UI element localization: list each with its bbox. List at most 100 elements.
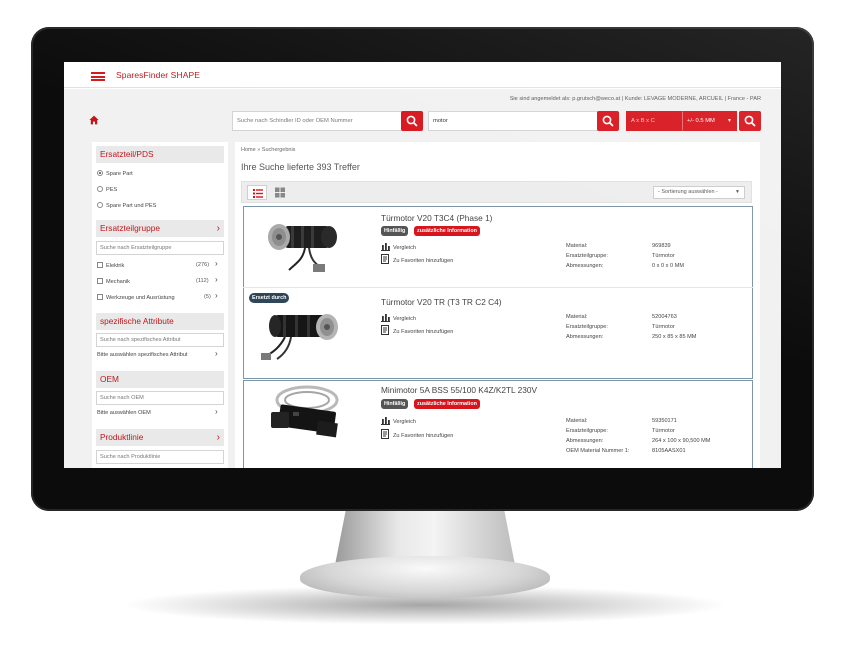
compare-link[interactable]: Vergleich (381, 242, 416, 251)
spec-value: 969839 (652, 243, 671, 249)
info-badge[interactable]: zusätzliche Information (414, 399, 480, 409)
checkbox-icon (97, 278, 103, 284)
list-view-icon (253, 189, 263, 198)
product-image-tuermotor-v20-t3c4[interactable] (255, 212, 355, 280)
hamburger-menu-icon[interactable] (91, 72, 105, 81)
filter-heading-label: Ersatzteilgruppe (100, 223, 160, 233)
radio-label: Spare Part (106, 171, 133, 177)
favorite-link[interactable]: Zu Favoriten hinzufügen (381, 429, 453, 439)
brand-title[interactable]: SparesFinder SHAPE (116, 70, 200, 80)
home-icon[interactable] (89, 115, 99, 125)
oem-select[interactable]: Bitte auswählen OEM (97, 410, 151, 416)
radio-icon (97, 170, 103, 176)
text-search-button[interactable] (597, 111, 619, 131)
radio-pes[interactable]: PES (97, 186, 117, 193)
tolerance-select[interactable]: +/- 0.5 MM ▼ (682, 111, 737, 131)
id-search-input[interactable]: Suche nach Schindler ID oder OEM Nummer (232, 111, 402, 131)
text-search-input[interactable]: motor (428, 111, 598, 131)
product-image-tuermotor-v20-tr[interactable] (255, 297, 355, 365)
filter-heading-label: OEM (100, 374, 119, 384)
spec-label: Abmessungen: (566, 438, 604, 444)
spec-value: 8105AASX01 (652, 448, 686, 454)
spec-value: 0 x 0 x 0 MM (652, 263, 685, 269)
search-icon (406, 115, 418, 127)
ersatzteilgruppe-search-input[interactable]: Suche nach Ersatzteilgruppe (96, 241, 224, 255)
sort-select[interactable]: - Sortierung auswählen - ▼ (653, 186, 745, 199)
filter-heading-oem[interactable]: OEM (96, 371, 224, 388)
results-toolbar: - Sortierung auswählen - ▼ (241, 181, 752, 203)
spec-label: Ersatzteilgruppe: (566, 253, 608, 259)
checkbox-werkzeuge[interactable]: Werkzeuge und Ausrüstung (97, 294, 175, 301)
status-badge: Hinfällig (381, 399, 409, 409)
checkbox-mechanik[interactable]: Mechanik (97, 278, 130, 285)
compare-label: Vergleich (393, 316, 417, 322)
product-title[interactable]: Türmotor V20 T3C4 (Phase 1) (381, 213, 492, 223)
checkbox-label: Mechanik (106, 279, 130, 285)
login-info: Sie sind angemeldet als: p.grutsch@weco.… (509, 96, 761, 102)
favorite-label: Zu Favoriten hinzufügen (393, 329, 454, 335)
chevron-right-icon[interactable]: › (215, 275, 218, 284)
status-badge: Hinfällig (381, 226, 409, 236)
dimension-input[interactable]: A x B x C (626, 111, 683, 131)
item-count: (276) (196, 262, 210, 268)
favorite-icon (381, 325, 389, 335)
item-count: (112) (196, 278, 209, 284)
chevron-right-icon: › (216, 223, 220, 234)
filter-heading-produktlinie[interactable]: Produktlinie › (96, 429, 224, 446)
spec-value: Türmotor (652, 253, 675, 259)
compare-icon (381, 243, 390, 251)
chevron-right-icon[interactable]: › (215, 259, 218, 268)
filter-heading-spezifische-attribute[interactable]: spezifische Attribute (96, 313, 224, 330)
compare-icon (381, 314, 390, 322)
oem-search-input[interactable]: Suche nach OEM (96, 391, 224, 405)
list-view-button[interactable] (247, 185, 267, 200)
filter-heading-ersatzteil-pds[interactable]: Ersatzteil/PDS (96, 146, 224, 163)
grid-view-icon (275, 187, 285, 198)
filter-heading-label: Ersatzteil/PDS (100, 149, 154, 159)
filter-heading-ersatzteilgruppe[interactable]: Ersatzteilgruppe › (96, 220, 224, 237)
sort-label: - Sortierung auswählen - (658, 189, 718, 195)
tolerance-value: +/- 0.5 MM (687, 118, 715, 124)
checkbox-icon (97, 262, 103, 268)
favorite-label: Zu Favoriten hinzufügen (393, 258, 454, 264)
radio-label: PES (106, 187, 118, 193)
attribute-search-input[interactable]: Suche nach spezifisches Attribut (96, 333, 224, 347)
checkbox-label: Elektrik (106, 263, 125, 269)
chevron-right-icon[interactable]: › (215, 349, 218, 358)
info-badge[interactable]: zusätzliche Information (414, 226, 480, 236)
compare-link[interactable]: Vergleich (381, 313, 416, 322)
item-count: (5) (204, 294, 211, 300)
radio-spare-part[interactable]: Spare Part (97, 170, 133, 177)
spec-value: 59350171 (652, 418, 677, 424)
spec-value: Türmotor (652, 324, 675, 330)
product-title[interactable]: Minimotor 5A BSS 55/100 K4Z/K2TL 230V (381, 385, 537, 395)
spec-label: Material: (566, 418, 588, 424)
result-count-title: Ihre Suche lieferte 393 Treffer (241, 162, 360, 172)
produktlinie-search-input[interactable]: Suche nach Produktlinie (96, 450, 224, 464)
spec-value: 52004763 (652, 314, 677, 320)
dimension-search-button[interactable] (739, 111, 761, 131)
favorite-link[interactable]: Zu Favoriten hinzufügen (381, 254, 453, 264)
spec-label: OEM Material Nummer 1: (566, 448, 630, 454)
compare-icon (381, 417, 390, 425)
checkbox-label: Werkzeuge und Ausrüstung (106, 295, 175, 301)
id-search-button[interactable] (401, 111, 423, 131)
search-icon (744, 115, 756, 127)
compare-label: Vergleich (393, 245, 417, 251)
product-title[interactable]: Türmotor V20 TR (T3 TR C2 C4) (381, 297, 502, 307)
radio-spare-part-und-pes[interactable]: Spare Part und PES (97, 202, 156, 209)
app-screen: SparesFinder SHAPE Sie sind angemeldet a… (64, 62, 781, 468)
chevron-right-icon: › (216, 432, 220, 443)
checkbox-elektrik[interactable]: Elektrik (97, 262, 124, 269)
attribute-select[interactable]: Bitte auswählen spezifisches Attribut (97, 352, 187, 358)
spec-value: 250 x 85 x 85 MM (652, 334, 697, 340)
favorite-icon (381, 254, 389, 264)
chevron-right-icon[interactable]: › (215, 291, 218, 300)
chevron-right-icon[interactable]: › (215, 407, 218, 416)
favorite-link[interactable]: Zu Favoriten hinzufügen (381, 325, 453, 335)
grid-view-button[interactable] (270, 185, 290, 200)
compare-link[interactable]: Vergleich (381, 416, 416, 425)
breadcrumb[interactable]: Home » Suchergebnis (241, 147, 295, 153)
product-image-minimotor-5a[interactable] (255, 382, 355, 450)
filter-sidebar: Ersatzteil/PDS Spare Part PES Spare Part… (92, 142, 228, 468)
